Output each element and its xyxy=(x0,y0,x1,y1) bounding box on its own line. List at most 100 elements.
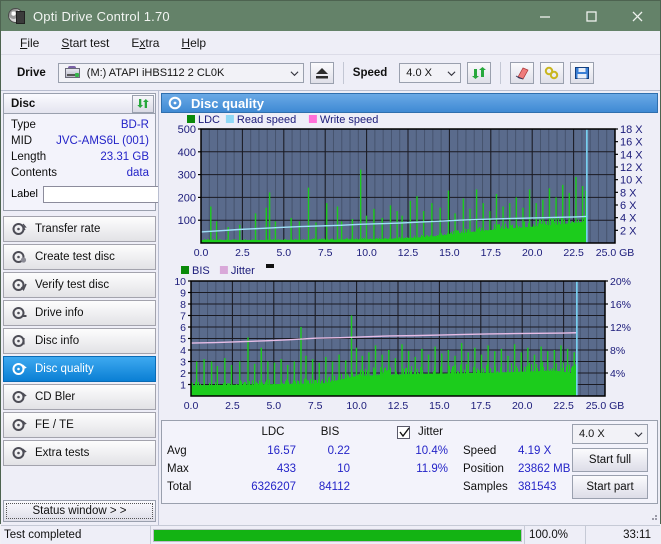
sidebar-label-create-test-disc: Create test disc xyxy=(35,251,115,263)
disc-quality-icon xyxy=(168,96,182,110)
svg-text:15.0: 15.0 xyxy=(439,247,460,259)
speed-select[interactable]: 4.0 X xyxy=(399,62,462,83)
eraser-button[interactable] xyxy=(510,61,535,84)
toolbar-separator xyxy=(342,61,344,84)
svg-text:4: 4 xyxy=(180,345,186,357)
menu-item-file[interactable]: FFileile xyxy=(9,34,50,52)
progress-bar-container xyxy=(151,526,524,544)
title-bar: Opti Drive Control 1.70 xyxy=(1,1,660,31)
disc-quality-icon xyxy=(12,363,27,375)
disc-row-length: Length 23.31 GB xyxy=(11,149,149,165)
sidebar-item-transfer-rate[interactable]: Transfer rate xyxy=(3,216,156,242)
svg-text:17.5: 17.5 xyxy=(481,247,502,259)
stats-speed-label: Speed xyxy=(463,445,497,457)
result-speed-select[interactable]: 4.0 X xyxy=(572,424,648,444)
disc-quality-title: Disc quality xyxy=(191,95,264,111)
svg-text:20.0: 20.0 xyxy=(512,400,533,412)
svg-text:8: 8 xyxy=(180,299,186,311)
jitter-checkbox[interactable] xyxy=(397,426,410,439)
svg-text:17.5: 17.5 xyxy=(471,400,492,412)
menu-bar: FFileile Start test Extra Help xyxy=(1,31,660,55)
ldc-chart[interactable]: LDC Read speed Write speed 100 200 300 400 500 2… xyxy=(161,113,657,263)
svg-text:8%: 8% xyxy=(610,345,625,357)
svg-text:Write speed: Write speed xyxy=(320,114,379,126)
stats-position-label: Position xyxy=(463,463,504,475)
eject-button[interactable] xyxy=(309,61,334,84)
disc-write-icon xyxy=(12,251,27,263)
stats-col-bis: BIS xyxy=(320,426,340,438)
status-message: Test completed xyxy=(1,526,151,544)
svg-text:10.0: 10.0 xyxy=(356,247,377,259)
svg-text:6 X: 6 X xyxy=(620,200,637,212)
elapsed-time: 33:11 xyxy=(623,529,651,541)
status-window-label: Status window > > xyxy=(5,503,154,519)
svg-text:Read speed: Read speed xyxy=(237,114,296,126)
svg-text:16 X: 16 X xyxy=(620,137,643,149)
status-window-button[interactable]: Status window > > xyxy=(3,500,156,522)
svg-text:1: 1 xyxy=(180,380,186,392)
chevron-down-icon xyxy=(447,70,456,76)
minimize-icon[interactable] xyxy=(522,1,568,31)
keys-button[interactable] xyxy=(540,61,565,84)
floppy-save-icon xyxy=(575,66,590,79)
svg-text:BIS: BIS xyxy=(192,265,210,277)
ldc-chart-container: LDC Read speed Write speed 100 200 300 400 500 2… xyxy=(161,113,658,263)
sidebar-item-fe-te[interactable]: FE / TE xyxy=(3,412,156,438)
menu-item-extra[interactable]: Extra xyxy=(120,34,170,52)
svg-text:10.0: 10.0 xyxy=(346,400,367,412)
close-icon[interactable] xyxy=(614,1,660,31)
stats-jitter-max: 11.9% xyxy=(416,463,448,475)
speed-label: Speed xyxy=(352,66,388,79)
sidebar-item-cd-bler[interactable]: CD Bler xyxy=(3,384,156,410)
sidebar-label-disc-info: Disc info xyxy=(35,335,80,347)
svg-text:2.5: 2.5 xyxy=(225,400,240,412)
disc-info-box: Type BD-R MID JVC-AMS6L (001) Length 23.… xyxy=(3,113,248,211)
sidebar-item-verify-test-disc[interactable]: Verify test disc xyxy=(3,272,156,298)
sidebar-item-create-test-disc[interactable]: Create test disc xyxy=(3,244,156,270)
content-pane: Disc quality LDC Read speed Write speed 100… xyxy=(158,91,660,525)
sidebar-item-disc-info[interactable]: Disc info xyxy=(3,328,156,354)
drive-select[interactable]: (M:) ATAPI iHBS112 2 CL0K xyxy=(57,62,304,83)
start-part-button[interactable]: Start part xyxy=(572,475,648,499)
bis-chart[interactable]: BIS Jitter 12345678910 4% 8% 12% 16% 20% 0.0 2.5 5… xyxy=(161,263,657,418)
disc-key-mid: MID xyxy=(11,135,33,147)
sidebar-label-fe-te: FE / TE xyxy=(35,419,74,431)
svg-text:4 X: 4 X xyxy=(620,213,637,225)
drive-info-icon xyxy=(12,307,27,319)
resize-grip-icon[interactable] xyxy=(648,511,658,521)
svg-text:7: 7 xyxy=(180,311,186,323)
stats-row-max: Max xyxy=(167,463,189,475)
disc-value-type: BD-R xyxy=(120,119,149,131)
maximize-icon[interactable] xyxy=(568,1,614,31)
menu-item-help[interactable]: Help xyxy=(170,34,217,52)
disc-speed-icon xyxy=(12,223,27,235)
svg-text:25.0 GB: 25.0 GB xyxy=(586,400,625,412)
sidebar: Disc Type BD-R MID JVC-AMS6L (001) Lengt… xyxy=(1,91,248,525)
nav-list: Transfer rate Create test disc Verify te… xyxy=(3,216,156,466)
result-speed-value: 4.0 X xyxy=(579,428,605,440)
svg-text:12%: 12% xyxy=(610,322,631,334)
disc-panel-title: Disc xyxy=(11,97,36,110)
bis-chart-container: BIS Jitter 1 2 3 4 5 6 7 8 9 10 4% 8% 12% 16% 20% 0.0 2.5 5… xyxy=(161,263,658,418)
drive-select-value: (M:) ATAPI iHBS112 2 CL0K xyxy=(86,66,225,79)
disc-verify-icon xyxy=(12,279,27,292)
svg-text:500: 500 xyxy=(178,124,196,136)
sidebar-item-disc-quality[interactable]: Disc quality xyxy=(3,356,156,382)
svg-text:8 X: 8 X xyxy=(620,187,637,199)
disc-row-mid: MID JVC-AMS6L (001) xyxy=(11,133,149,149)
sidebar-item-extra-tests[interactable]: Extra tests xyxy=(3,440,156,466)
disc-quality-header: Disc quality xyxy=(161,93,658,113)
svg-text:12 X: 12 X xyxy=(620,162,643,174)
status-bar: Test completed 100.0% 33:11 xyxy=(1,515,660,544)
progress-bar xyxy=(153,528,522,542)
start-full-button[interactable]: Start full xyxy=(572,448,648,472)
sidebar-item-drive-info[interactable]: Drive info xyxy=(3,300,156,326)
save-button[interactable] xyxy=(570,61,595,84)
stats-ldc-avg: 16.57 xyxy=(267,445,296,457)
disc-refresh-button[interactable] xyxy=(132,94,154,113)
toolbar-separator xyxy=(500,61,502,84)
svg-text:18 X: 18 X xyxy=(620,124,643,136)
refresh-button[interactable] xyxy=(467,61,492,84)
menu-item-start-test[interactable]: Start test xyxy=(50,34,120,52)
stats-row-avg: Avg xyxy=(167,445,187,457)
